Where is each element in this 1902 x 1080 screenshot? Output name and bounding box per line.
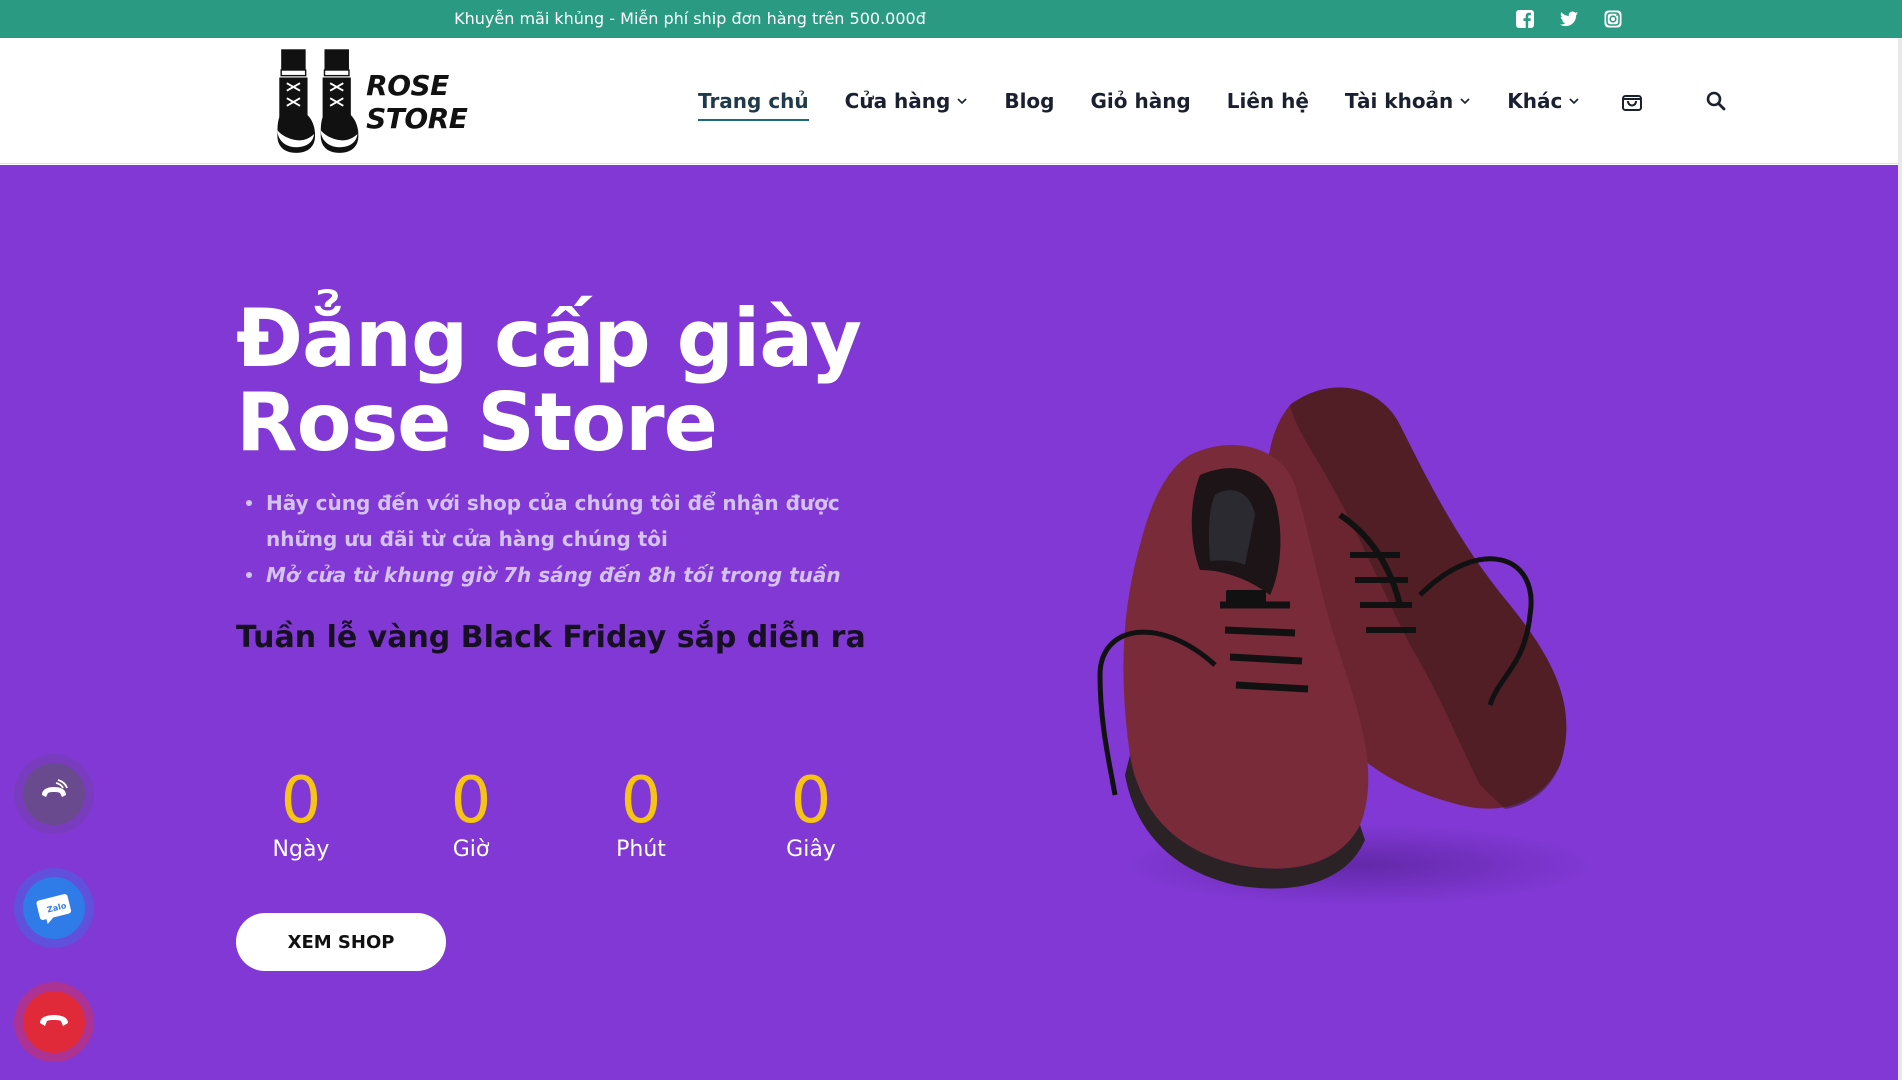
countdown-value: 0: [620, 764, 662, 838]
phone-call-icon: [40, 1015, 68, 1026]
chevron-down-icon: [1569, 98, 1579, 105]
facebook-icon[interactable]: [1515, 9, 1535, 29]
nav-item-label: Cửa hàng: [844, 89, 951, 113]
countdown-hours: 0 Giờ: [406, 765, 536, 863]
floating-phone-button[interactable]: [14, 982, 94, 1062]
site-header: ROSE STORE Trang chủ Cửa hàng Blog Giỏ h…: [0, 38, 1902, 164]
nav-item-label: Trang chủ: [698, 89, 809, 113]
promo-bar: Khuyễn mãi khủng - Miễn phí ship đơn hàn…: [0, 0, 1902, 38]
nav-item-account[interactable]: Tài khoản: [1345, 81, 1471, 121]
hero-bullets: Hãy cùng đến với shop của chúng tôi để n…: [236, 485, 876, 593]
countdown-timer: 0 Ngày 0 Giờ 0 Phút 0 Giây: [236, 765, 916, 875]
countdown-label: Giờ: [452, 837, 490, 862]
hero-title: Đẳng cấp giày Rose Store: [236, 297, 936, 465]
chevron-down-icon: [1460, 98, 1470, 105]
countdown-value: 0: [450, 764, 492, 838]
countdown-seconds: 0 Giây: [746, 765, 876, 863]
zalo-icon: Zalo: [36, 894, 72, 925]
shop-now-button[interactable]: XEM SHOP: [236, 913, 446, 971]
instagram-icon[interactable]: [1603, 9, 1623, 29]
nav-item-shop[interactable]: Cửa hàng: [845, 81, 969, 121]
nav-item-label: Blog: [1004, 89, 1055, 113]
nav-item-home[interactable]: Trang chủ: [698, 81, 809, 121]
logo-shoes-icon: [277, 49, 359, 153]
countdown-label: Phút: [616, 837, 666, 862]
countdown-label: Giây: [786, 837, 836, 862]
countdown-days: 0 Ngày: [236, 765, 366, 863]
nav-item-other[interactable]: Khác: [1507, 81, 1580, 121]
main-nav: Trang chủ Cửa hàng Blog Giỏ hàng Liên hệ…: [698, 38, 1728, 164]
chevron-down-icon: [957, 98, 967, 105]
countdown-value: 0: [280, 764, 322, 838]
floating-zalo-button[interactable]: Zalo: [14, 868, 94, 948]
site-logo[interactable]: ROSE STORE: [268, 42, 548, 162]
nav-item-contact[interactable]: Liên hệ: [1227, 81, 1309, 121]
phone-ring-icon: [42, 779, 68, 797]
page-scrollbar[interactable]: [1898, 38, 1902, 1080]
social-links: [1515, 9, 1623, 29]
nav-item-blog[interactable]: Blog: [1004, 81, 1054, 121]
promo-text: Khuyễn mãi khủng - Miễn phí ship đơn hàn…: [454, 9, 926, 28]
floating-call-ring-button[interactable]: [14, 754, 94, 834]
hero-subtitle: Tuần lễ vàng Black Friday sắp diễn ra: [236, 620, 866, 655]
logo-text: ROSE STORE: [366, 69, 468, 135]
countdown-label: Ngày: [272, 837, 330, 862]
hero-title-line2: Rose Store: [236, 376, 718, 469]
twitter-icon[interactable]: [1559, 9, 1579, 29]
hero-bullet: Hãy cùng đến với shop của chúng tôi để n…: [236, 485, 876, 557]
hero-title-line1: Đẳng cấp giày: [236, 292, 862, 385]
search-icon[interactable]: [1704, 89, 1728, 113]
hero-bullet: Mở cửa từ khung giờ 7h sáng đến 8h tối t…: [236, 557, 876, 593]
nav-item-label: Giỏ hàng: [1090, 89, 1191, 113]
sneakers-image: [1097, 387, 1590, 905]
hero-section: Đẳng cấp giày Rose Store Hãy cùng đến vớ…: [0, 165, 1898, 1080]
nav-item-label: Tài khoản: [1344, 89, 1454, 113]
nav-item-label: Liên hệ: [1226, 89, 1309, 113]
nav-item-label: Khác: [1507, 89, 1563, 113]
nav-item-cart[interactable]: Giỏ hàng: [1090, 81, 1190, 121]
countdown-value: 0: [790, 764, 832, 838]
countdown-minutes: 0 Phút: [576, 765, 706, 863]
cart-icon[interactable]: [1620, 89, 1644, 113]
